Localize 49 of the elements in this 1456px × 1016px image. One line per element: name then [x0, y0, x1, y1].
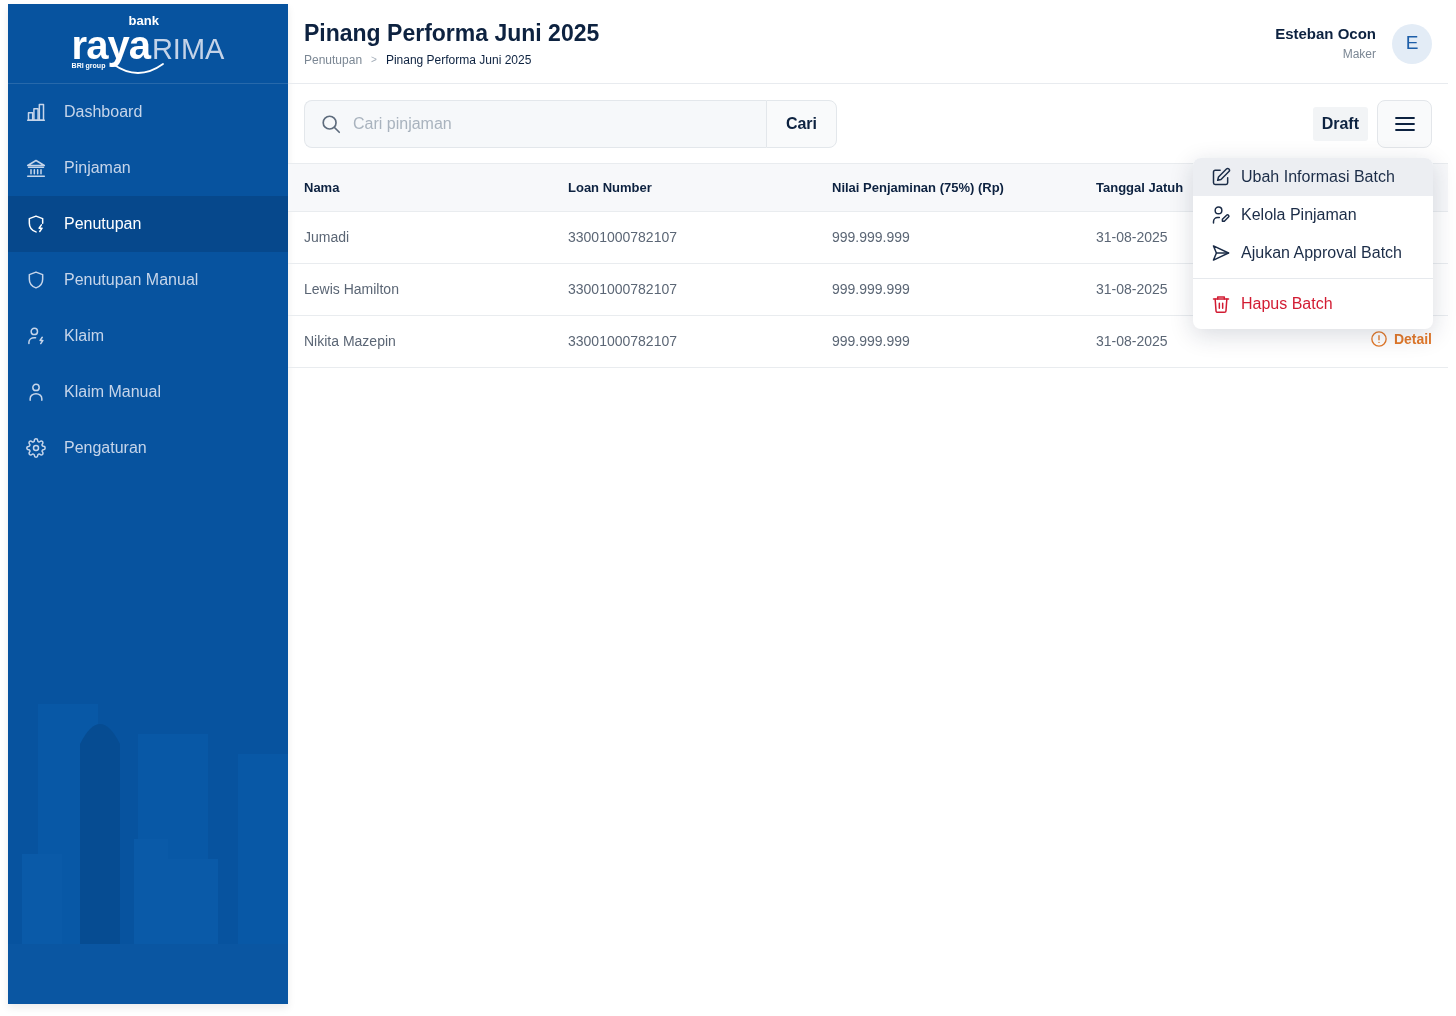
- sidebar-item[interactable]: Dashboard: [8, 84, 288, 140]
- user-avatar[interactable]: E: [1392, 23, 1432, 64]
- table-cell: 999.999.999: [816, 315, 1080, 368]
- logo-product-name: RIMA: [151, 35, 225, 62]
- sidebar-item[interactable]: Penutupan Manual: [8, 252, 288, 308]
- bar-chart-icon: [26, 102, 46, 122]
- menu-icon: [1394, 116, 1415, 132]
- sidebar-item[interactable]: Penutupan: [8, 196, 288, 252]
- table-cell: 999.999.999: [816, 263, 1080, 316]
- sidebar-item[interactable]: Pengaturan: [8, 420, 288, 476]
- search-button[interactable]: Cari: [765, 100, 837, 148]
- user-role: Maker: [1341, 47, 1376, 62]
- menu-button[interactable]: [1377, 100, 1432, 148]
- pencil-square-icon: [1211, 167, 1231, 187]
- trash-icon: [1211, 294, 1231, 314]
- detail-link[interactable]: Detail: [1369, 328, 1432, 350]
- search-icon: [320, 113, 342, 135]
- column-header: Nilai Penjaminan (75%) (Rp): [816, 163, 1080, 212]
- shield-bolt-icon: [26, 214, 46, 234]
- column-header: Loan Number: [552, 163, 816, 212]
- user-icon: [26, 382, 46, 402]
- user-pencil-icon: [1211, 205, 1231, 225]
- table-cell: Nikita Mazepin: [288, 315, 552, 368]
- breadcrumb-link[interactable]: Penutupan: [304, 52, 363, 67]
- table-cell: 33001000782107: [552, 315, 816, 368]
- sidebar-item[interactable]: Klaim: [8, 308, 288, 364]
- breadcrumb-separator: >: [371, 53, 377, 66]
- user-name: Esteban Ocon: [1275, 25, 1376, 44]
- status-badge: Draft: [1312, 107, 1368, 141]
- sidebar-item[interactable]: Pinjaman: [8, 140, 288, 196]
- menu-item[interactable]: Ajukan Approval Batch: [1193, 234, 1433, 272]
- bank-building-icon: [26, 158, 46, 178]
- page-title: Pinang Performa Juni 2025: [304, 20, 600, 47]
- table-cell: Jumadi: [288, 211, 552, 264]
- table-cell: 33001000782107: [552, 263, 816, 316]
- user-bolt-icon: [26, 326, 46, 346]
- breadcrumb-current: Pinang Performa Juni 2025: [385, 52, 532, 67]
- menu-item[interactable]: Ubah Informasi Batch: [1193, 158, 1433, 196]
- search-field[interactable]: Cari pinjaman: [304, 100, 766, 148]
- column-header: Nama: [288, 163, 552, 212]
- shield-icon: [26, 270, 46, 290]
- table-cell: 999.999.999: [816, 211, 1080, 264]
- sidebar-item[interactable]: Klaim Manual: [8, 364, 288, 420]
- paper-plane-icon: [1211, 243, 1231, 263]
- table-cell: Lewis Hamilton: [288, 263, 552, 316]
- gear-icon: [26, 438, 46, 458]
- info-icon: [1369, 330, 1388, 349]
- logo-text: bank: [128, 13, 160, 27]
- table-cell: 33001000782107: [552, 211, 816, 264]
